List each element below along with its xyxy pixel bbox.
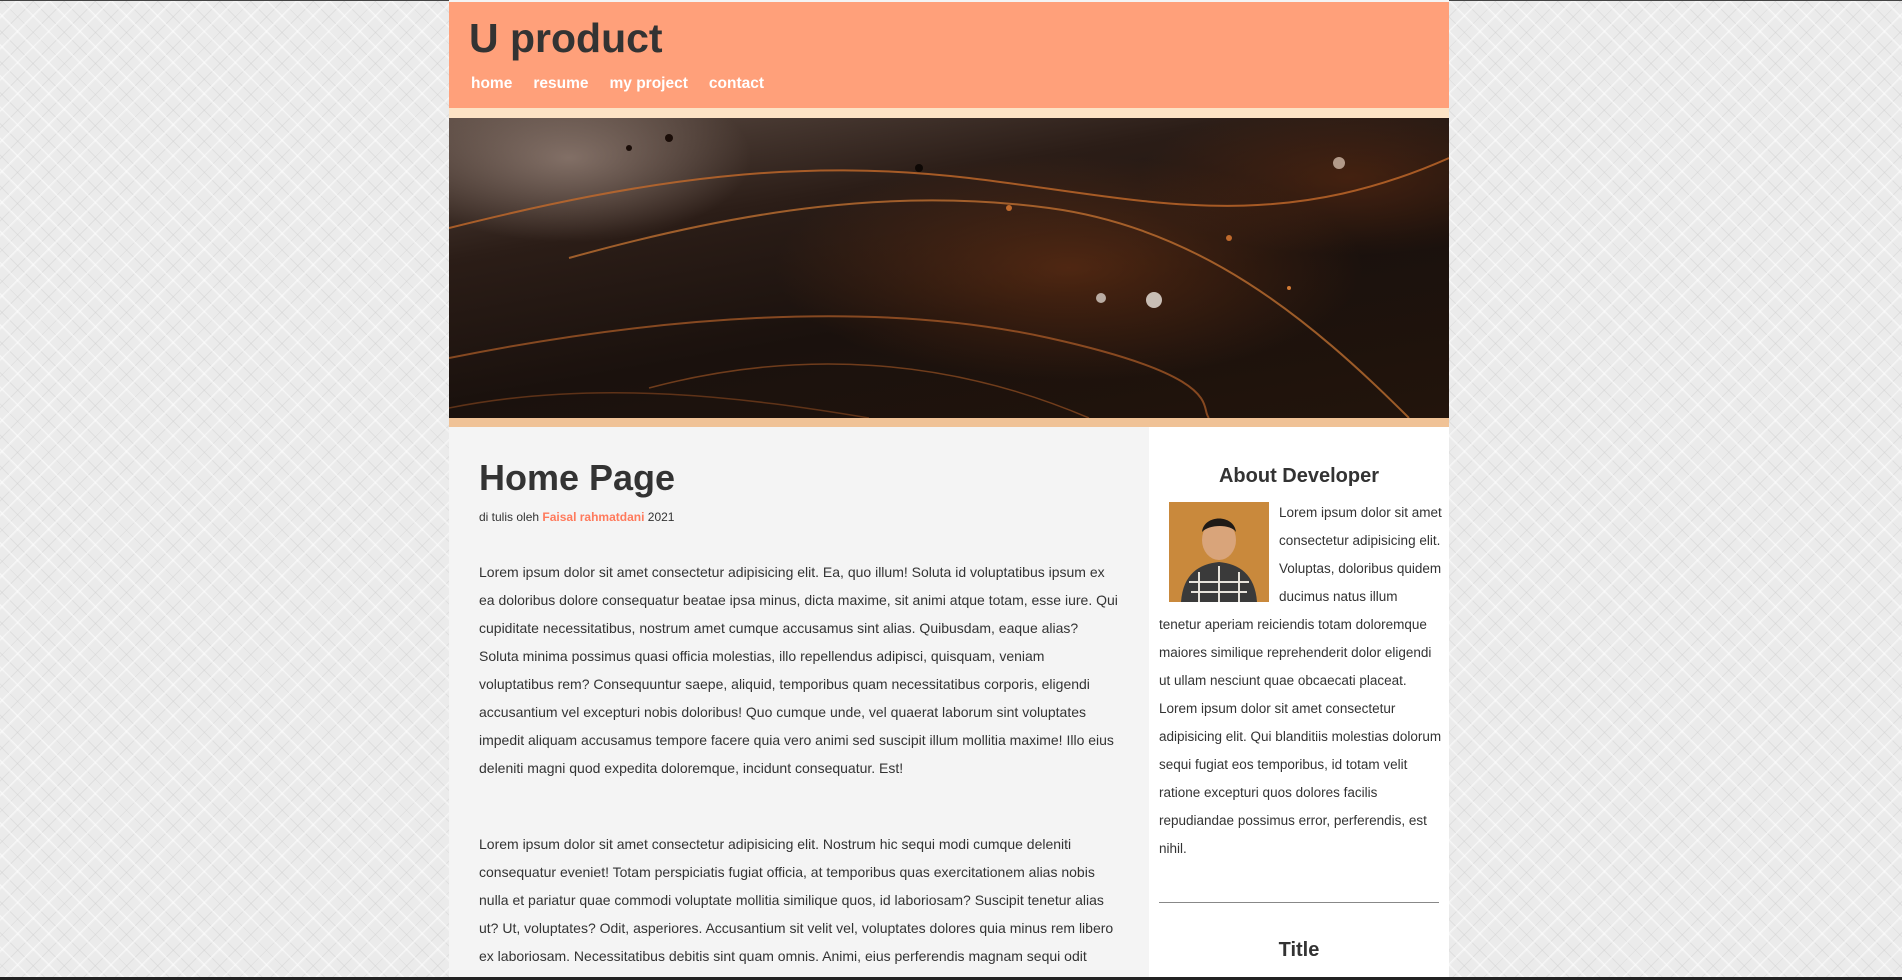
hero-bottom-band — [449, 418, 1449, 427]
sidebar: About Developer Lorem ipsum dolor sit am… — [1149, 427, 1449, 980]
hero-banner-image — [449, 118, 1449, 418]
article-paragraph: Lorem ipsum dolor sit amet consectetur a… — [479, 564, 1118, 776]
main-content: Home Page di tulis oleh Faisal rahmatdan… — [449, 427, 1149, 980]
site-header: U product home resume my project contact — [449, 2, 1449, 108]
article-paragraph: Lorem ipsum dolor sit amet consectetur a… — [479, 836, 1114, 964]
article-meta: di tulis oleh Faisal rahmatdani 2021 — [479, 510, 674, 524]
nav-resume[interactable]: resume — [533, 75, 588, 93]
about-developer-text: Lorem ipsum dolor sit amet consectetur a… — [1159, 499, 1442, 863]
main-nav: home resume my project contact — [471, 75, 785, 93]
page-container: U product home resume my project contact — [449, 0, 1449, 980]
sidebar-divider — [1159, 902, 1439, 903]
page-title: Home Page — [479, 457, 676, 498]
site-title: U product — [469, 15, 663, 61]
about-developer-title: About Developer — [1218, 465, 1380, 487]
meta-year: 2021 — [647, 510, 675, 524]
header-divider-band — [449, 108, 1449, 118]
meta-prefix: di tulis oleh — [479, 510, 540, 524]
nav-home[interactable]: home — [471, 75, 512, 93]
nav-contact[interactable]: contact — [709, 75, 764, 93]
sidebar-widget-title: Title — [1278, 939, 1320, 961]
nav-my-project[interactable]: my project — [610, 75, 688, 93]
author-link[interactable]: Faisal rahmatdani — [542, 510, 644, 524]
avatar-spacer — [1159, 499, 1279, 599]
hero-texture — [449, 134, 1449, 418]
